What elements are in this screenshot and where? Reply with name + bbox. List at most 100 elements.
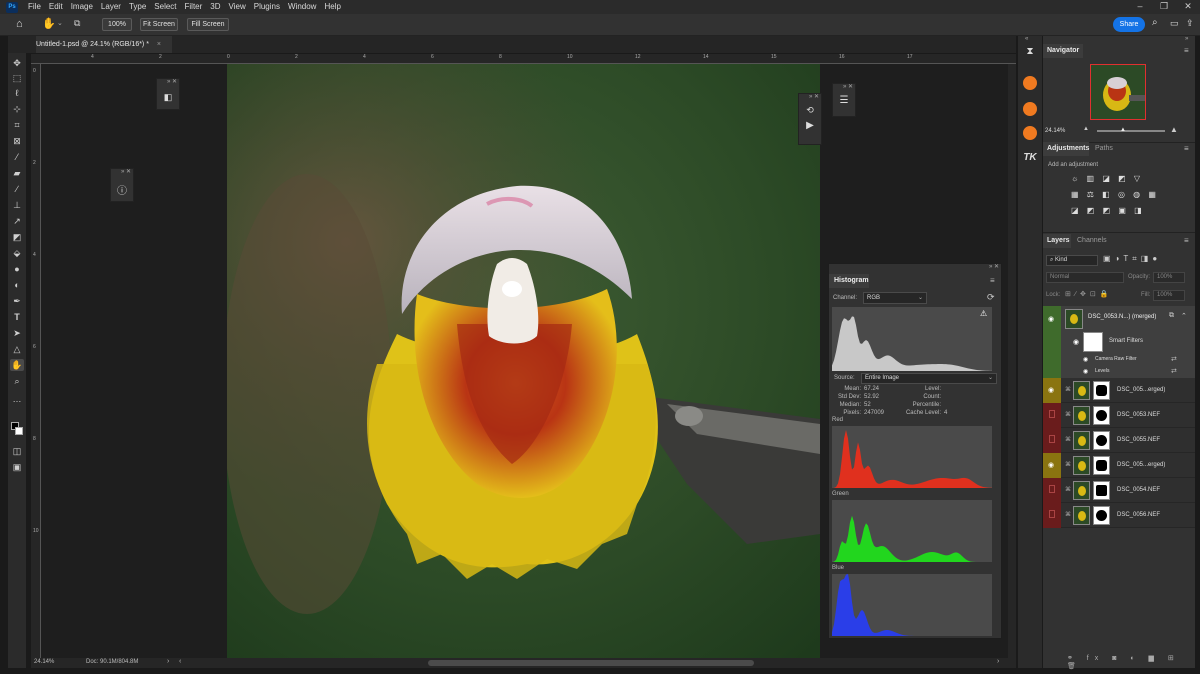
- document-image[interactable]: [227, 64, 820, 658]
- panel-menu-icon[interactable]: ≡: [1184, 46, 1189, 55]
- zoom-level[interactable]: 24.14%: [34, 659, 54, 665]
- layer-visibility-toggle[interactable]: ◉: [1043, 453, 1061, 478]
- shape-tool-icon[interactable]: △: [10, 343, 24, 355]
- layer-row[interactable]: ◉ ⌘ DSC_005...erged): [1043, 378, 1195, 403]
- lock-icons[interactable]: ⊞∕✥⊡🔒: [1065, 290, 1112, 298]
- zoom-100-button[interactable]: 100%: [102, 18, 132, 31]
- menu-3d[interactable]: 3D: [206, 0, 224, 14]
- path-selection-tool-icon[interactable]: ➤: [10, 327, 24, 339]
- hand-tool-active-icon[interactable]: ✋: [10, 359, 24, 371]
- object-selection-tool-icon[interactable]: ⊹: [10, 103, 24, 115]
- sample-swatch-icon[interactable]: [1023, 126, 1037, 140]
- zoom-in-icon[interactable]: ▲: [1170, 125, 1178, 134]
- opacity-input[interactable]: 100%: [1153, 272, 1185, 283]
- layer-name[interactable]: DSC_0056.NEF: [1117, 503, 1160, 528]
- layer-row[interactable]: ⌘ DSC_0054.NEF: [1043, 478, 1195, 503]
- zoom-tool-icon[interactable]: ⌕: [10, 375, 24, 387]
- levels-filter[interactable]: Levels: [1095, 368, 1109, 374]
- channel-select[interactable]: RGB ⌄: [863, 292, 927, 304]
- layer-name[interactable]: DSC_005...erged): [1117, 378, 1165, 403]
- status-menu-chevron-icon[interactable]: ›: [167, 658, 169, 665]
- quick-mask-icon[interactable]: ◫: [10, 445, 24, 457]
- paint-bucket-tool-icon[interactable]: ⬙: [10, 247, 24, 259]
- layer-name[interactable]: DSC_0054.NEF: [1117, 478, 1160, 503]
- panel-menu-icon[interactable]: ≡: [990, 276, 995, 285]
- layers-footer-icons[interactable]: ⚭ fx ◙ ◐ ▆ ⊞ 🗑: [1067, 654, 1191, 670]
- history-icon[interactable]: ⧗: [1022, 46, 1038, 62]
- layer-smart-object[interactable]: ◉ DSC_0053.N...) (merged) ⧉ ⌃ ◉ Smart Fi…: [1043, 306, 1195, 378]
- panel-collapse-icon[interactable]: » ✕: [833, 84, 855, 91]
- sample-swatch-icon[interactable]: [1023, 76, 1037, 90]
- navigator-tab[interactable]: Navigator: [1043, 44, 1083, 58]
- hand-tool-icon[interactable]: ✋: [42, 17, 56, 30]
- blend-mode-select[interactable]: Normal: [1046, 272, 1124, 283]
- dodge-tool-icon[interactable]: ◐: [10, 279, 24, 291]
- paths-tab[interactable]: Paths: [1095, 142, 1113, 156]
- source-select[interactable]: Entire Image ⌄: [861, 373, 997, 384]
- filter-options-icon[interactable]: ⇄: [1171, 355, 1177, 363]
- panel-collapse-icon[interactable]: » ✕: [829, 264, 1001, 272]
- layer-visibility-toggle[interactable]: [1043, 503, 1061, 528]
- menu-help[interactable]: Help: [320, 0, 344, 14]
- panel-collapse-icon[interactable]: » ✕: [157, 79, 179, 86]
- menu-select[interactable]: Select: [150, 0, 180, 14]
- layers-tab[interactable]: Layers: [1043, 234, 1071, 248]
- refresh-icon[interactable]: ⟳: [987, 292, 995, 303]
- zoom-out-icon[interactable]: ▲: [1083, 126, 1089, 132]
- menu-image[interactable]: Image: [67, 0, 97, 14]
- layer-row[interactable]: ⌘ DSC_0053.NEF: [1043, 403, 1195, 428]
- zoom-slider-thumb[interactable]: ▲: [1120, 127, 1126, 133]
- blur-tool-icon[interactable]: ●: [10, 263, 24, 275]
- eye-icon[interactable]: ◉: [1048, 315, 1054, 323]
- layer-name[interactable]: DSC_0053.NEF: [1117, 403, 1160, 428]
- play-icon[interactable]: ▶: [799, 120, 821, 131]
- lasso-tool-icon[interactable]: ℓ: [10, 87, 24, 99]
- fill-input[interactable]: 100%: [1153, 290, 1185, 301]
- sliders-icon[interactable]: ☰: [833, 95, 855, 106]
- close-window-icon[interactable]: ✕: [1176, 0, 1200, 14]
- menu-type[interactable]: Type: [125, 0, 150, 14]
- move-tool-icon[interactable]: ✥: [10, 57, 24, 69]
- layer-row[interactable]: ⌘ DSC_0056.NEF: [1043, 503, 1195, 528]
- eye-icon[interactable]: ◉: [1073, 338, 1079, 346]
- layer-visibility-toggle[interactable]: [1043, 478, 1061, 503]
- workspace-icon[interactable]: ▭: [1170, 18, 1179, 29]
- eyedropper-tool-icon[interactable]: ⁄: [10, 151, 24, 163]
- actions-icon[interactable]: ⟲: [799, 105, 821, 116]
- smart-filter-mask[interactable]: [1083, 332, 1103, 352]
- navigator-zoom-slider[interactable]: [1097, 130, 1165, 132]
- layer-name[interactable]: DSC_005...erged): [1117, 453, 1165, 478]
- document-tab[interactable]: Untitled-1.psd @ 24.1% (RGB/16*) * ×: [36, 36, 172, 53]
- layer-visibility-toggle[interactable]: [1043, 428, 1061, 453]
- brush-tool-icon[interactable]: ∕: [10, 183, 24, 195]
- marquee-tool-icon[interactable]: ⬚: [10, 72, 24, 84]
- close-tab-icon[interactable]: ×: [157, 41, 161, 48]
- history-brush-tool-icon[interactable]: ↗: [10, 215, 24, 227]
- panel-collapse-icon[interactable]: » ✕: [799, 94, 821, 101]
- clone-stamp-tool-icon[interactable]: ⊥: [10, 199, 24, 211]
- type-tool-icon[interactable]: T: [10, 311, 24, 323]
- layer-visibility-toggle[interactable]: [1043, 403, 1061, 428]
- menu-file[interactable]: File: [24, 0, 45, 14]
- sample-swatch-icon[interactable]: [1023, 102, 1037, 116]
- layer-name[interactable]: DSC_0055.NEF: [1117, 428, 1160, 453]
- restore-icon[interactable]: ❐: [1152, 0, 1176, 14]
- minimize-icon[interactable]: –: [1128, 0, 1152, 14]
- link-icon[interactable]: ⧉: [1169, 312, 1174, 320]
- channels-tab[interactable]: Channels: [1077, 234, 1107, 248]
- tk-plugin-icon[interactable]: TK: [1022, 152, 1038, 168]
- menu-window[interactable]: Window: [284, 0, 320, 14]
- chevron-up-icon[interactable]: ⌃: [1181, 312, 1187, 320]
- more-tools-icon[interactable]: …: [10, 393, 24, 405]
- layer-row[interactable]: ◉ ⌘ DSC_005...erged): [1043, 453, 1195, 478]
- healing-brush-tool-icon[interactable]: ▰: [10, 167, 24, 179]
- panel-collapse-icon[interactable]: » ✕: [111, 169, 133, 176]
- menu-plugins[interactable]: Plugins: [250, 0, 284, 14]
- export-icon[interactable]: ⇪: [1186, 18, 1194, 29]
- scroll-right-icon[interactable]: ›: [997, 658, 999, 665]
- eye-icon[interactable]: ◉: [1083, 368, 1088, 375]
- properties-icon[interactable]: ◧: [157, 92, 179, 103]
- filter-options-icon[interactable]: ⇄: [1171, 367, 1177, 375]
- dock-collapse-icon[interactable]: «: [1025, 36, 1028, 42]
- eye-icon[interactable]: ◉: [1083, 356, 1088, 363]
